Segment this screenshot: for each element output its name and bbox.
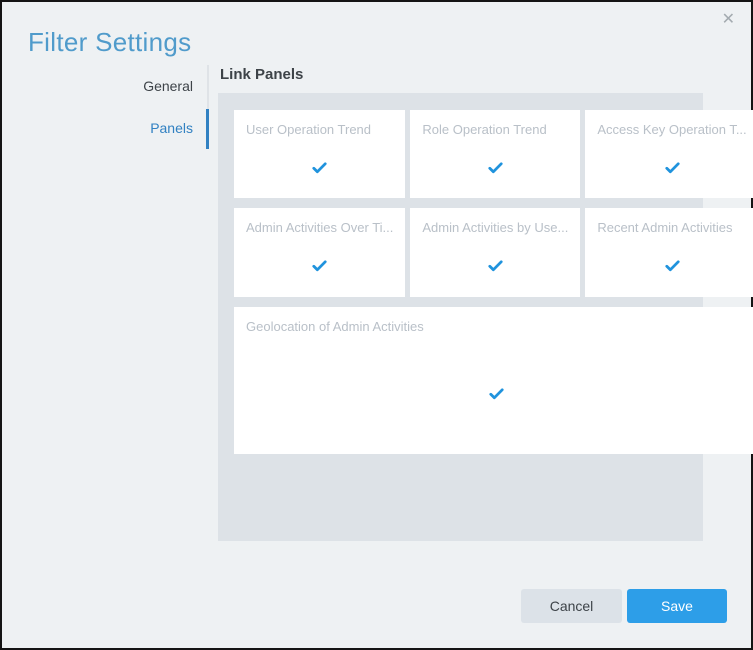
tab-general[interactable]: General [2, 65, 207, 107]
panel-grid: User Operation Trend Role Operation Tren… [234, 110, 687, 454]
panel-card-recent-admin-activities[interactable]: Recent Admin Activities [585, 208, 753, 297]
check-icon [489, 388, 504, 400]
link-panels-heading: Link Panels [220, 66, 303, 83]
panel-checkbox[interactable] [585, 235, 753, 297]
panel-checkbox[interactable] [585, 137, 753, 198]
settings-tab-list: General Panels [2, 65, 209, 149]
panel-checkbox[interactable] [410, 235, 580, 297]
panel-title: Role Operation Trend [410, 110, 580, 137]
cancel-button[interactable]: Cancel [521, 589, 622, 623]
panel-title: Admin Activities by Use... [410, 208, 580, 235]
panel-card-role-operation-trend[interactable]: Role Operation Trend [410, 110, 580, 198]
check-icon [665, 162, 680, 174]
panel-card-access-key-operation-trend[interactable]: Access Key Operation T... [585, 110, 753, 198]
panel-checkbox[interactable] [234, 235, 405, 297]
panel-card-admin-activities-over-time[interactable]: Admin Activities Over Ti... [234, 208, 405, 297]
panel-title: Access Key Operation T... [585, 110, 753, 137]
panel-card-user-operation-trend[interactable]: User Operation Trend [234, 110, 405, 198]
check-icon [665, 260, 680, 272]
panel-title: User Operation Trend [234, 110, 405, 137]
check-icon [312, 260, 327, 272]
panel-card-admin-activities-by-user[interactable]: Admin Activities by Use... [410, 208, 580, 297]
filter-settings-dialog: { "colors": { "page_bg": "#eef1f3", "con… [0, 0, 753, 650]
close-icon[interactable]: ✕ [722, 12, 735, 28]
dialog-title: Filter Settings [28, 27, 191, 58]
panel-card-geolocation-of-admin-activities[interactable]: Geolocation of Admin Activities [234, 307, 753, 454]
check-icon [488, 162, 503, 174]
panel-checkbox[interactable] [234, 137, 405, 198]
panel-checkbox[interactable] [234, 334, 753, 454]
dialog-footer: Cancel Save [521, 589, 727, 623]
panel-title: Admin Activities Over Ti... [234, 208, 405, 235]
tab-panels[interactable]: Panels [2, 107, 207, 149]
save-button[interactable]: Save [627, 589, 727, 623]
link-panels-container: User Operation Trend Role Operation Tren… [218, 93, 703, 541]
panel-title: Geolocation of Admin Activities [234, 307, 753, 334]
panel-checkbox[interactable] [410, 137, 580, 198]
panel-title: Recent Admin Activities [585, 208, 753, 235]
check-icon [488, 260, 503, 272]
check-icon [312, 162, 327, 174]
